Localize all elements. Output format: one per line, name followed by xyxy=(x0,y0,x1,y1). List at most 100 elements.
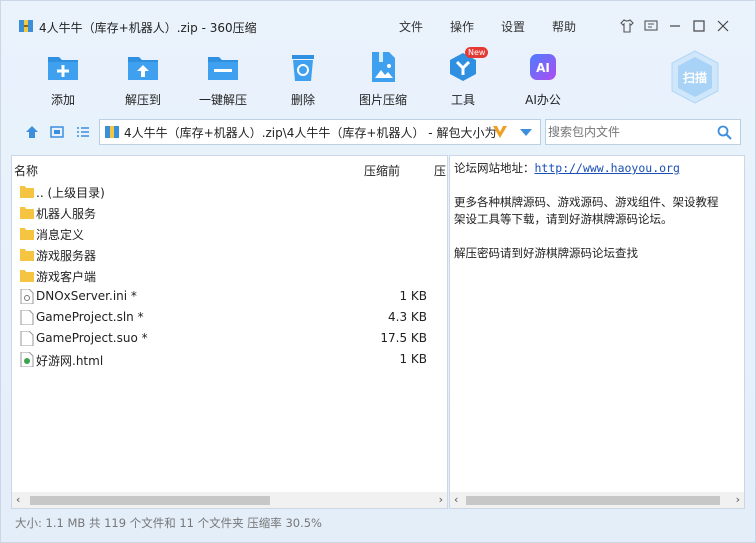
thumbnail-view-icon[interactable] xyxy=(50,125,64,139)
image-compress-icon xyxy=(372,52,395,82)
list-item[interactable]: GameProject.suo * 17.5 KB xyxy=(12,328,447,349)
search-box xyxy=(545,119,741,145)
scroll-left-icon[interactable]: ‹ xyxy=(454,493,458,506)
file-list-pane: 名称 压缩前 压 .. (上级目录) 机器人服务 消息定义 游戏服务器 游戏客户… xyxy=(11,155,448,509)
scroll-left-icon[interactable]: ‹ xyxy=(16,493,20,506)
forum-label: 论坛网站地址： xyxy=(454,161,535,175)
window-controls xyxy=(615,17,735,35)
file-size: 17.5 KB xyxy=(380,331,427,345)
file-name: 游戏客户端 xyxy=(36,270,97,284)
settings-file-icon xyxy=(20,289,34,304)
add-folder-icon xyxy=(48,57,78,80)
search-icon[interactable] xyxy=(717,125,732,140)
image-compress-label: 图片压缩 xyxy=(358,93,407,107)
menu-settings[interactable]: 设置 xyxy=(501,18,552,35)
feedback-button[interactable] xyxy=(639,17,663,35)
archive-comment: 论坛网站地址：http://www.haoyou.org 更多各种棋牌源码、游戏… xyxy=(454,160,744,262)
menu-operation[interactable]: 操作 xyxy=(450,18,501,35)
file-name: GameProject.sln * xyxy=(36,310,144,324)
toolbar: 添加 解压到 一键解压 删除 图片压缩 New 工具 AI AI办公 xyxy=(1,45,755,107)
tshirt-icon xyxy=(620,19,634,33)
list-item[interactable]: 消息定义 xyxy=(12,223,447,244)
file-name: 机器人服务 xyxy=(36,207,97,221)
column-packed[interactable]: 压缩前 xyxy=(364,162,400,179)
scroll-right-icon[interactable]: › xyxy=(736,493,740,506)
html-file-icon xyxy=(20,352,34,367)
list-item[interactable]: GameProject.sln * 4.3 KB xyxy=(12,307,447,328)
folder-icon xyxy=(20,249,34,261)
file-list-header: 名称 压缩前 压 xyxy=(12,156,447,180)
comment-line-2: 更多各种棋牌源码、游戏源码、游戏组件、架设教程 xyxy=(454,195,719,209)
comment-scrollbar[interactable]: ‹ › xyxy=(450,492,744,508)
menu-file[interactable]: 文件 xyxy=(399,18,450,35)
address-bar[interactable]: 4人牛牛（库存+机器人）.zip\4人牛牛（库存+机器人） - 解包大小为 xyxy=(99,119,541,145)
one-click-extract-label: 一键解压 xyxy=(198,93,247,107)
delete-label: 删除 xyxy=(290,93,315,107)
list-item-parent[interactable]: .. (上级目录) xyxy=(12,181,447,202)
scroll-right-icon[interactable]: › xyxy=(439,493,443,506)
menu-bar: 文件 操作 设置 帮助 xyxy=(399,18,603,35)
tools-button[interactable]: New 工具 xyxy=(423,45,503,108)
new-badge: New xyxy=(465,47,489,58)
one-click-extract-button[interactable]: 一键解压 xyxy=(183,45,263,108)
window-title: 4人牛牛（库存+机器人）.zip - 360压缩 xyxy=(39,21,257,35)
scan-label: 扫描 xyxy=(683,70,707,85)
file-list-scrollbar[interactable]: ‹ › xyxy=(12,492,447,508)
minimize-button[interactable] xyxy=(663,17,687,35)
add-label: 添加 xyxy=(50,93,75,107)
close-button[interactable] xyxy=(711,17,735,35)
file-name: 好游网.html xyxy=(36,354,104,368)
chevron-down-icon[interactable] xyxy=(520,129,532,137)
list-item[interactable]: 机器人服务 xyxy=(12,202,447,223)
list-item[interactable]: 好游网.html 1 KB xyxy=(12,349,447,370)
scrollbar-thumb[interactable] xyxy=(30,496,270,505)
list-view-icon[interactable] xyxy=(76,125,90,139)
file-name: .. (上级目录) xyxy=(36,186,105,200)
menu-help[interactable]: 帮助 xyxy=(552,18,603,35)
one-click-extract-icon xyxy=(208,57,238,80)
column-name[interactable]: 名称 xyxy=(14,162,38,179)
address-path: 4人牛牛（库存+机器人）.zip\4人牛牛（库存+机器人） - 解包大小为 xyxy=(124,125,496,140)
file-size: 1 KB xyxy=(399,352,427,366)
forum-link[interactable]: http://www.haoyou.org xyxy=(535,161,680,175)
ai-icon-text: AI xyxy=(536,61,550,75)
list-item[interactable]: 游戏客户端 xyxy=(12,265,447,286)
search-input[interactable] xyxy=(548,120,708,144)
comment-line-3: 架设工具等下载，请到好游棋牌源码论坛。 xyxy=(454,212,673,226)
skin-button[interactable] xyxy=(615,17,639,35)
maximize-button[interactable] xyxy=(687,17,711,35)
folder-icon xyxy=(20,270,34,282)
file-name: GameProject.suo * xyxy=(36,331,148,345)
ai-office-button[interactable]: AI AI办公 xyxy=(503,45,583,108)
list-item[interactable]: 游戏服务器 xyxy=(12,244,447,265)
minimize-icon xyxy=(670,25,680,27)
file-icon xyxy=(20,310,34,325)
file-size: 4.3 KB xyxy=(388,310,427,324)
app-window: 4人牛牛（库存+机器人）.zip - 360压缩 文件 操作 设置 帮助 添加 … xyxy=(0,0,756,543)
extract-to-label: 解压到 xyxy=(124,93,161,107)
close-icon xyxy=(717,20,729,32)
file-rows: .. (上级目录) 机器人服务 消息定义 游戏服务器 游戏客户端 DNOxSer… xyxy=(12,181,447,370)
v-logo-icon xyxy=(493,126,507,138)
ai-office-label: AI办公 xyxy=(525,93,561,107)
delete-button[interactable]: 删除 xyxy=(263,45,343,108)
comment-line-1: 论坛网站地址：http://www.haoyou.org xyxy=(454,160,744,177)
folder-icon xyxy=(20,207,34,219)
comment-pane: 论坛网站地址：http://www.haoyou.org 更多各种棋牌源码、游戏… xyxy=(449,155,745,509)
status-bar: 大小: 1.1 MB 共 119 个文件和 11 个文件夹 压缩率 30.5% xyxy=(15,516,322,530)
scrollbar-thumb[interactable] xyxy=(466,496,720,505)
file-size: 1 KB xyxy=(399,289,427,303)
folder-icon xyxy=(20,186,34,198)
scan-shield-button[interactable]: 扫描 xyxy=(669,49,721,105)
up-arrow-icon[interactable] xyxy=(25,125,39,139)
ai-office-icon: AI xyxy=(530,54,556,80)
comment-line-4: 解压密码请到好游棋牌源码论坛查找 xyxy=(454,246,638,260)
tools-label: 工具 xyxy=(450,93,475,107)
extract-to-button[interactable]: 解压到 xyxy=(103,45,183,108)
extract-to-icon xyxy=(128,57,158,80)
add-button[interactable]: 添加 xyxy=(23,45,103,108)
maximize-icon xyxy=(693,20,705,32)
image-compress-button[interactable]: 图片压缩 xyxy=(343,45,423,108)
list-item[interactable]: DNOxServer.ini * 1 KB xyxy=(12,286,447,307)
column-extra[interactable]: 压 xyxy=(434,162,446,179)
